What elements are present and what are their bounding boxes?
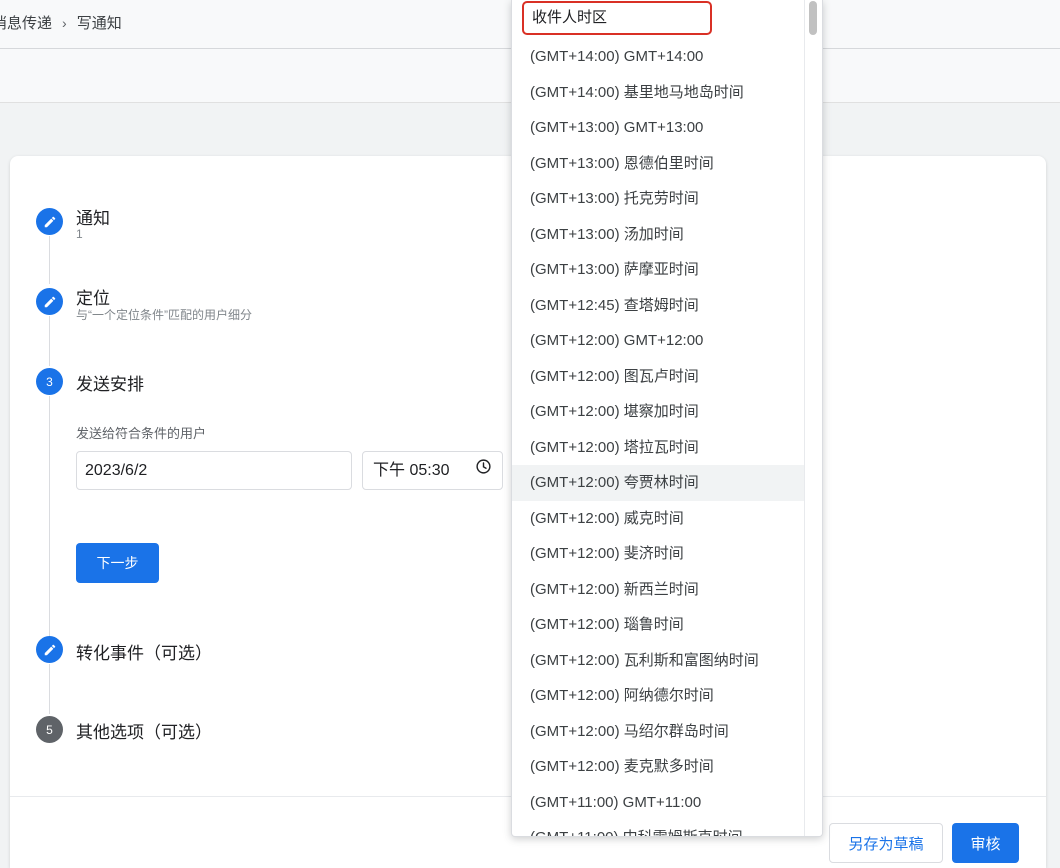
timezone-option[interactable]: (GMT+12:45) 查塔姆时间 [512, 288, 804, 324]
edit-icon[interactable] [36, 288, 63, 315]
timezone-option[interactable]: (GMT+13:00) 恩德伯里时间 [512, 146, 804, 182]
edit-icon[interactable] [36, 208, 63, 235]
step-number-badge: 3 [36, 368, 63, 395]
step-notification-title[interactable]: 通知 [76, 204, 110, 229]
timezone-option[interactable]: (GMT+13:00) 托克劳时间 [512, 181, 804, 217]
timezone-option[interactable]: (GMT+12:00) 夸贾林时间 [512, 465, 804, 501]
step-number-badge: 5 [36, 716, 63, 743]
timezone-option[interactable]: (GMT+12:00) 塔拉瓦时间 [512, 430, 804, 466]
timezone-option[interactable]: (GMT+12:00) 威克时间 [512, 501, 804, 537]
timezone-option[interactable]: (GMT+12:00) 斐济时间 [512, 536, 804, 572]
timezone-option[interactable]: (GMT+12:00) 图瓦卢时间 [512, 359, 804, 395]
step-targeting-subtitle: 与“一个定位条件”匹配的用户细分 [76, 308, 252, 322]
step-other-options-title[interactable]: 其他选项（可选） [76, 718, 212, 743]
date-input[interactable]: 2023/6/2 [76, 451, 352, 490]
schedule-label: 发送给符合条件的用户 [76, 426, 207, 441]
timezone-dropdown-header[interactable]: 收件人时区 [522, 1, 712, 35]
breadcrumb-current: 写通知 [76, 15, 122, 32]
timezone-option[interactable]: (GMT+12:00) 马绍尔群岛时间 [512, 714, 804, 750]
time-input[interactable]: 下午 05:30 [362, 451, 503, 490]
step-connector [49, 396, 50, 636]
timezone-option[interactable]: (GMT+13:00) GMT+13:00 [512, 110, 804, 146]
step-schedule-title[interactable]: 发送安排 [76, 370, 144, 395]
timezone-option-list: (GMT+14:00) GMT+14:00 (GMT+14:00) 基里地马地岛… [512, 39, 804, 836]
time-value: 下午 05:30 [373, 462, 450, 479]
timezone-option[interactable]: (GMT+12:00) 堪察加时间 [512, 394, 804, 430]
timezone-option[interactable]: (GMT+13:00) 汤加时间 [512, 217, 804, 253]
timezone-option[interactable]: (GMT+12:00) GMT+12:00 [512, 323, 804, 359]
next-step-button[interactable]: 下一步 [76, 543, 159, 583]
breadcrumb-parent[interactable]: 消息传递 [0, 12, 52, 33]
timezone-option[interactable]: (GMT+12:00) 麦克默多时间 [512, 749, 804, 785]
timezone-option[interactable]: (GMT+12:00) 瓦利斯和富图纳时间 [512, 643, 804, 679]
scrollbar-thumb[interactable] [809, 1, 817, 35]
breadcrumb: 消息传递 › 写通知 [0, 12, 122, 33]
timezone-option[interactable]: (GMT+11:00) GMT+11:00 [512, 785, 804, 821]
step-connector [49, 316, 50, 366]
review-button[interactable]: 审核 [952, 823, 1019, 863]
step-notification-subtitle: 1 [76, 227, 83, 241]
timezone-option[interactable]: (GMT+12:00) 新西兰时间 [512, 572, 804, 608]
step-connector [49, 236, 50, 284]
timezone-option[interactable]: (GMT+13:00) 萨摩亚时间 [512, 252, 804, 288]
save-draft-button[interactable]: 另存为草稿 [829, 823, 943, 863]
step-conversion-title[interactable]: 转化事件（可选） [76, 639, 212, 664]
step-connector [49, 664, 50, 714]
scrollbar-track[interactable] [804, 0, 822, 836]
timezone-option[interactable]: (GMT+14:00) 基里地马地岛时间 [512, 75, 804, 111]
timezone-option[interactable]: (GMT+12:00) 阿纳德尔时间 [512, 678, 804, 714]
timezone-option[interactable]: (GMT+12:00) 瑙鲁时间 [512, 607, 804, 643]
clock-icon[interactable] [475, 452, 492, 489]
timezone-dropdown[interactable]: 收件人时区 (GMT+14:00) GMT+14:00 (GMT+14:00) … [511, 0, 823, 837]
timezone-option[interactable]: (GMT+14:00) GMT+14:00 [512, 39, 804, 75]
edit-icon[interactable] [36, 636, 63, 663]
timezone-option[interactable]: (GMT+11:00) 中科雷姆斯克时间 [512, 820, 804, 836]
chevron-right-icon: › [62, 14, 67, 31]
